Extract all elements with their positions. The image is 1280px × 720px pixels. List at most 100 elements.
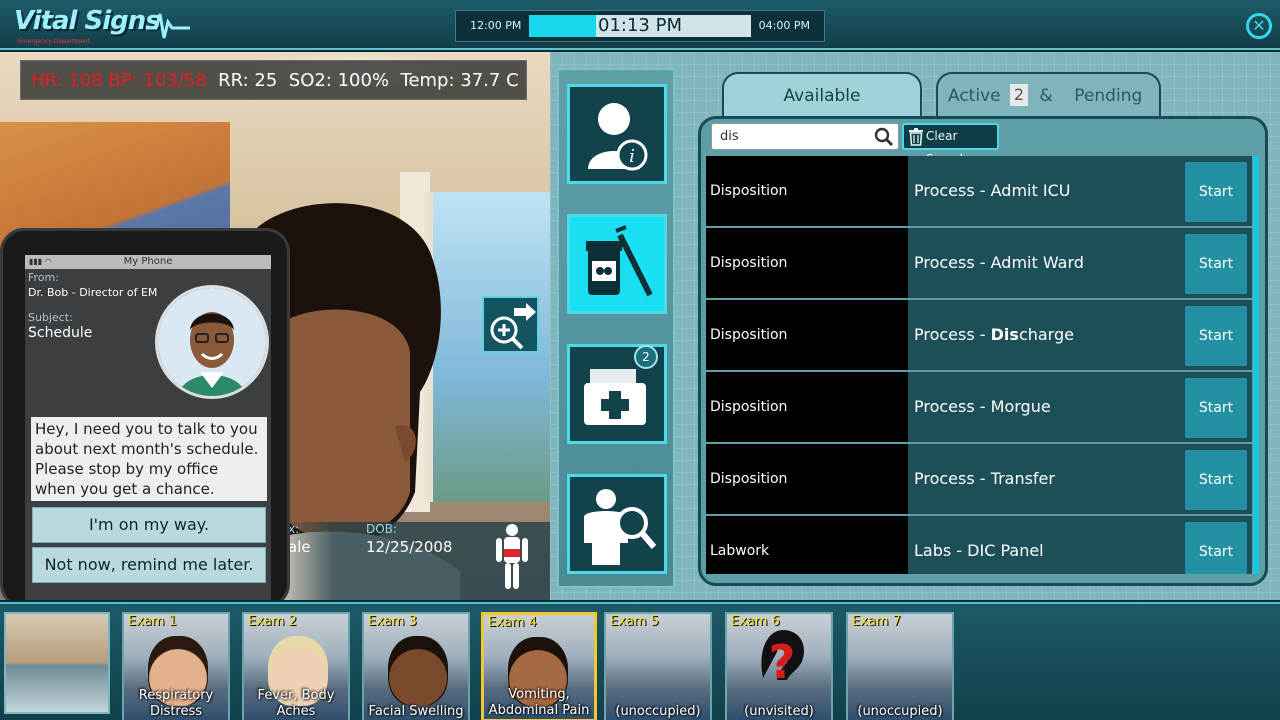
exam-room-7[interactable]: Exam 7 (unoccupied) bbox=[846, 612, 954, 720]
physical-exam-tool[interactable] bbox=[567, 474, 667, 574]
order-category: Disposition bbox=[706, 228, 908, 298]
sex-value: ale bbox=[288, 538, 311, 556]
svg-text:?: ? bbox=[769, 635, 796, 689]
clock-start-time: 12:00 PM bbox=[470, 19, 522, 32]
order-start-button[interactable]: Start bbox=[1185, 306, 1247, 366]
exam-description: Fever, Body Aches bbox=[257, 688, 335, 719]
exam-label: Exam 3 bbox=[368, 614, 417, 629]
clear-search-button[interactable]: Clear Search bbox=[902, 123, 999, 166]
exam-description: (unoccupied) bbox=[857, 704, 943, 719]
exam-label: Exam 4 bbox=[488, 615, 537, 630]
phone-status-bar: ▮▮▮ ◠ My Phone bbox=[25, 255, 271, 269]
vital-rr: RR: 25 bbox=[218, 70, 278, 91]
from-label: From: bbox=[28, 271, 59, 284]
order-start-button[interactable]: Start bbox=[1185, 162, 1247, 222]
order-name: Process - Discharge bbox=[914, 325, 1074, 344]
dob-label: DOB: bbox=[366, 522, 397, 536]
order-row: Labwork Labs - DIC Panel Start bbox=[706, 516, 1252, 574]
exam-description: Facial Swelling bbox=[368, 704, 464, 719]
logo-subtitle: Emergency Department bbox=[18, 38, 91, 45]
order-name: Process - Transfer bbox=[914, 469, 1055, 488]
exam-label: Exam 2 bbox=[248, 614, 297, 629]
order-start-button[interactable]: Start bbox=[1185, 522, 1247, 574]
order-row: Disposition Process - Admit ICU Start bbox=[706, 156, 1252, 226]
tab-available[interactable]: Available bbox=[722, 72, 922, 118]
search-value: dis bbox=[720, 129, 739, 144]
order-start-button[interactable]: Start bbox=[1185, 378, 1247, 438]
close-icon[interactable]: ✕ bbox=[1246, 13, 1272, 39]
reply-remind-later-button[interactable]: Not now, remind me later. bbox=[32, 547, 266, 583]
heartbeat-icon bbox=[146, 13, 190, 39]
patient-info-icon: i bbox=[588, 103, 648, 171]
app-logo: Vital Signs Emergency Department bbox=[14, 6, 190, 46]
order-row: Disposition Process - Admit Ward Start bbox=[706, 228, 1252, 298]
signal-icon: ▮▮▮ ◠ bbox=[29, 257, 52, 266]
medical-records-tool[interactable]: 2 bbox=[567, 344, 667, 444]
dob-value: 12/25/2008 bbox=[366, 538, 453, 556]
exam-label: Exam 1 bbox=[128, 614, 177, 629]
trash-icon bbox=[909, 128, 923, 146]
from-value: Dr. Bob - Director of EM bbox=[28, 286, 158, 299]
tab-pending-label: Pending bbox=[1074, 86, 1143, 106]
patient-face bbox=[388, 636, 448, 706]
phone-device: ▮▮▮ ◠ My Phone From: Dr. Bob - Director … bbox=[0, 228, 290, 600]
subject-label: Subject: bbox=[28, 311, 73, 324]
body-search-icon bbox=[584, 489, 657, 565]
exam-room-2[interactable]: Exam 2 Fever, Body Aches bbox=[242, 612, 350, 720]
clock-progress-track: 01:13 PM bbox=[529, 15, 751, 37]
order-category: Disposition bbox=[706, 372, 908, 442]
question-mark-icon: ? bbox=[761, 630, 805, 689]
search-input[interactable]: dis bbox=[711, 123, 899, 150]
order-category: Disposition bbox=[706, 300, 908, 370]
exam-description: (unvisited) bbox=[744, 704, 814, 719]
tab-active-pending[interactable]: Active 2 & Pending 0 bbox=[936, 72, 1161, 150]
order-category: Disposition bbox=[706, 156, 908, 226]
search-icon[interactable] bbox=[874, 127, 894, 147]
sender-avatar bbox=[155, 285, 269, 399]
exam-room-3[interactable]: Exam 3 Facial Swelling bbox=[362, 612, 470, 720]
order-row: Disposition Process - Discharge Start bbox=[706, 300, 1252, 370]
exam-room-strip: Exam 1 Respiratory Distress Exam 2 Fever… bbox=[0, 602, 1280, 720]
orders-list: Disposition Process - Admit ICU Start Di… bbox=[706, 156, 1252, 574]
exam-room-4[interactable]: Exam 4 Vomiting, Abdominal Pain bbox=[481, 612, 597, 720]
vital-hr: HR: 108 bbox=[31, 70, 103, 91]
body-map-icon[interactable] bbox=[492, 522, 532, 592]
exam-room-1[interactable]: Exam 1 Respiratory Distress bbox=[122, 612, 230, 720]
order-row: Disposition Process - Transfer Start bbox=[706, 444, 1252, 514]
order-start-button[interactable]: Start bbox=[1185, 234, 1247, 294]
patient-info-panel: x: ale DOB: 12/25/2008 bbox=[280, 522, 550, 600]
order-name: Labs - DIC Panel bbox=[914, 541, 1044, 560]
patient-info-tool[interactable]: i bbox=[567, 84, 667, 184]
order-start-button[interactable]: Start bbox=[1185, 450, 1247, 510]
reply-on-my-way-button[interactable]: I'm on my way. bbox=[32, 507, 266, 543]
exam-label: Exam 5 bbox=[610, 614, 659, 629]
top-bar: Vital Signs Emergency Department 12:00 P… bbox=[0, 0, 1280, 50]
exam-description: Vomiting, Abdominal Pain bbox=[488, 687, 590, 718]
lobby-thumbnail[interactable] bbox=[4, 612, 110, 714]
medications-tool[interactable] bbox=[567, 214, 667, 314]
subject-value: Schedule bbox=[28, 325, 93, 341]
clock-end-time: 04:00 PM bbox=[758, 19, 810, 32]
vital-bp: BP: 103/58 bbox=[108, 70, 207, 91]
exam-room-6[interactable]: ? Exam 6 (unvisited) bbox=[725, 612, 833, 720]
orders-scrollbar[interactable] bbox=[1253, 156, 1259, 574]
order-category: Disposition bbox=[706, 444, 908, 514]
order-name: Process - Admit ICU bbox=[914, 181, 1071, 200]
tab-active-label: Active bbox=[948, 86, 1001, 106]
clock-current-time: 01:13 PM bbox=[598, 15, 682, 36]
exam-description: (unoccupied) bbox=[615, 704, 701, 719]
order-name: Process - Admit Ward bbox=[914, 253, 1084, 272]
patient-scene: HR: 108 BP: 103/58 RR: 25 SO2: 100% Temp… bbox=[0, 52, 550, 600]
zoom-button[interactable] bbox=[482, 296, 539, 353]
tool-column: i 2 bbox=[557, 68, 675, 588]
order-name: Process - Morgue bbox=[914, 397, 1051, 416]
exam-description: Respiratory Distress bbox=[138, 688, 214, 719]
exam-room-5[interactable]: Exam 5 (unoccupied) bbox=[604, 612, 712, 720]
order-row: Disposition Process - Morgue Start bbox=[706, 372, 1252, 442]
tab-amp: & bbox=[1039, 86, 1053, 106]
vital-so2: SO2: 100% bbox=[288, 70, 390, 91]
logo-title: Vital Signs bbox=[14, 6, 161, 36]
game-clock: 12:00 PM 01:13 PM 04:00 PM bbox=[455, 10, 825, 42]
medication-syringe-icon bbox=[586, 225, 653, 297]
vitals-bar: HR: 108 BP: 103/58 RR: 25 SO2: 100% Temp… bbox=[20, 60, 527, 100]
